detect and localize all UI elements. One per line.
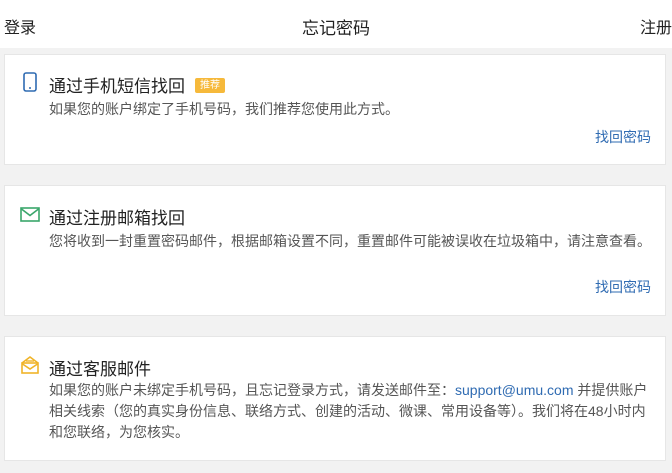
sms-recover-password-link[interactable]: 找回密码	[595, 127, 651, 147]
support-email-link[interactable]: support@umu.com	[455, 382, 573, 398]
sms-method-title: 通过手机短信找回 推荐	[49, 72, 225, 97]
header: 登录 忘记密码 注册	[0, 0, 672, 48]
email-method-desc: 您将收到一封重置密码邮件，根据邮箱设置不同，重置邮件可能被误收在垃圾箱中，请注意…	[49, 233, 651, 249]
mail-icon	[20, 207, 40, 222]
support-method-title: 通过客服邮件	[49, 360, 151, 379]
phone-icon	[23, 72, 37, 92]
email-method-title: 通过注册邮箱找回	[49, 209, 185, 228]
envelope-open-icon	[21, 356, 39, 374]
email-recovery-card: 通过注册邮箱找回 您将收到一封重置密码邮件，根据邮箱设置不同，重置邮件可能被误收…	[4, 185, 666, 316]
register-link[interactable]: 注册	[640, 14, 672, 38]
recommended-badge: 推荐	[195, 78, 225, 94]
sms-recovery-card: 通过手机短信找回 推荐 如果您的账户绑定了手机号码，我们推荐您使用此方式。 找回密…	[4, 54, 666, 165]
sms-method-desc: 如果您的账户绑定了手机号码，我们推荐您使用此方式。	[49, 101, 399, 117]
page-title: 忘记密码	[302, 19, 370, 38]
support-email-card: 通过客服邮件 如果您的账户未绑定手机号码，且忘记登录方式，请发送邮件至：supp…	[4, 336, 666, 461]
support-method-desc: 如果您的账户未绑定手机号码，且忘记登录方式，请发送邮件至：support@umu…	[49, 382, 648, 440]
email-recover-password-link[interactable]: 找回密码	[595, 277, 651, 297]
